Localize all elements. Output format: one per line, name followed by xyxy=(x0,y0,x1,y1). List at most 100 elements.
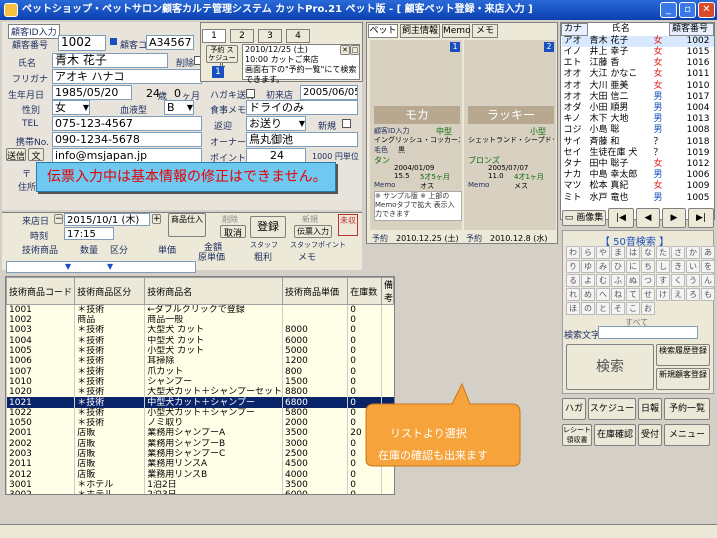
nav-first-button[interactable]: |◀ xyxy=(608,208,634,228)
kana-key[interactable]: め xyxy=(581,288,595,301)
kana-key[interactable]: え xyxy=(671,288,685,301)
memo-tab-4[interactable]: 4 xyxy=(286,29,310,43)
entry-row-input[interactable]: ▼ ▼ xyxy=(6,261,196,273)
search-history-button[interactable]: 検索履歴登録 xyxy=(656,344,710,366)
kana-key[interactable]: み xyxy=(596,260,610,273)
kana-key[interactable]: れ xyxy=(566,288,580,301)
search-button[interactable]: 検索 xyxy=(566,344,654,390)
kana-key[interactable]: ち xyxy=(641,260,655,273)
kana-key[interactable]: よ xyxy=(581,274,595,287)
close-button[interactable]: ✕ xyxy=(698,2,715,18)
table-row[interactable]: 1010 ＊技術 シャンプー 1500 0 xyxy=(6,376,394,388)
kana-key[interactable]: の xyxy=(581,302,595,315)
kana-key[interactable]: う xyxy=(686,274,700,287)
column-header[interactable]: 技術商品区分 xyxy=(74,277,146,305)
product-purchase-button[interactable]: 商品仕入 xyxy=(168,213,206,237)
point-field[interactable]: 24 xyxy=(246,148,306,163)
kana-key[interactable]: や xyxy=(596,246,610,259)
table-row[interactable]: 3002＊ホテル2泊3日60000 xyxy=(6,490,394,494)
dm-checkbox[interactable] xyxy=(246,89,255,98)
column-header[interactable]: 在庫数 xyxy=(347,277,382,305)
image-button[interactable]: ▭ 画像集 xyxy=(562,210,606,226)
kana-key[interactable]: す xyxy=(656,274,670,287)
mail-send-button[interactable]: 送信 xyxy=(6,148,26,162)
pickup-select[interactable]: お送り ▼ xyxy=(246,116,306,131)
customer-id-field[interactable]: 1002 xyxy=(58,35,106,51)
kana-key[interactable]: て xyxy=(626,288,640,301)
nav-last-button[interactable]: ▶| xyxy=(688,208,714,228)
memo-tab-1[interactable]: 1 xyxy=(202,29,226,43)
mail-field[interactable]: info@msjapan.jp xyxy=(52,148,202,163)
column-header[interactable]: 備考 xyxy=(380,277,394,305)
client-row[interactable]: オオ 大田 信二 男 1017 xyxy=(562,92,714,103)
kana-key[interactable]: さ xyxy=(671,246,685,259)
kana-key[interactable]: そ xyxy=(611,302,625,315)
client-row[interactable]: サイ 斉藤 和 ？ 1018 xyxy=(562,137,714,148)
kana-key[interactable]: ゆ xyxy=(581,260,595,273)
lookup-icon[interactable] xyxy=(110,38,117,45)
kana-key[interactable]: も xyxy=(701,288,715,301)
mobile-field[interactable]: 090-1234-5678 xyxy=(52,132,202,147)
visit-time-field[interactable]: 17:15 xyxy=(64,227,114,240)
table-row[interactable]: 1050 ＊技術 ノミ取り 2000 0 xyxy=(6,417,394,429)
kana-key[interactable]: む xyxy=(596,274,610,287)
client-row[interactable]: セイ 生徒在庫 犬 ？ 1019 xyxy=(562,148,714,159)
kana-key[interactable]: ほ xyxy=(566,302,580,315)
kana-key[interactable]: か xyxy=(686,246,700,259)
client-list-panel[interactable]: カナ 氏名 顧客番号 アオ 青木 花子女 1002 イノ 井上 幸子女 1015 エト 江藤 … xyxy=(560,22,715,220)
kana-key[interactable]: ん xyxy=(701,274,715,287)
maximize-button[interactable]: ▫ xyxy=(679,2,696,18)
reception-button[interactable]: 受付 xyxy=(638,424,662,446)
kana-key[interactable]: し xyxy=(656,260,670,273)
client-row[interactable]: エト 江藤 香 女 1016 xyxy=(562,58,714,69)
kana-key[interactable]: る xyxy=(566,274,580,287)
customer-code-field[interactable]: A34567 xyxy=(146,35,194,50)
kana-key[interactable]: わ xyxy=(566,246,580,259)
kana-key[interactable]: く xyxy=(671,274,685,287)
kana-key[interactable]: と xyxy=(596,302,610,315)
owner-field[interactable]: 鳥丸御池 xyxy=(246,132,358,147)
visit-date-field[interactable]: 2015/10/1 (木) xyxy=(64,213,150,226)
table-row[interactable]: 2012 店販 業務用リンスB 4000 0 xyxy=(6,469,394,480)
kana-key[interactable]: を xyxy=(701,260,715,273)
schedule-button[interactable]: 予約 スケジュール xyxy=(206,45,238,70)
table-row[interactable]: 1021 ＊技術 中型犬カット＋シャンプー 6800 0 xyxy=(6,397,394,408)
kana-key[interactable]: た xyxy=(656,246,670,259)
memo-delete-icon[interactable]: ✕ xyxy=(340,45,350,55)
table-row[interactable]: 1007 ＊技術 爪カット 800 0 xyxy=(6,366,394,377)
table-row[interactable]: 2003 店販 業務用シャンプーC 2500 0 xyxy=(6,448,394,460)
daily-report-button[interactable]: 日報 xyxy=(638,398,662,420)
stock-check-button[interactable]: 在庫確認 xyxy=(594,424,636,446)
gender-select[interactable]: 女 ▼ xyxy=(52,100,90,115)
client-row[interactable]: ミト 水戸 竜也 男 1005 xyxy=(562,192,714,203)
name-field[interactable]: 青木 花子 xyxy=(52,53,168,68)
tab-owner[interactable]: 飼主情報 xyxy=(400,24,440,38)
kana-key[interactable]: あ xyxy=(701,246,715,259)
client-row[interactable]: オダ 小田 順男 男 1004 xyxy=(562,103,714,114)
table-row[interactable]: 3001 ＊ホテル 1泊2日 3500 0 xyxy=(6,479,394,491)
table-row[interactable]: 2002 店販 業務用シャンプーB 3000 0 xyxy=(6,438,394,449)
client-row[interactable]: イノ 井上 幸子 女 1015 xyxy=(562,47,714,58)
minimize-button[interactable]: _ xyxy=(660,2,677,18)
product-list[interactable]: 技術商品コード 技術商品区分 技術商品名 技術商品単価 在庫数 備考 1001 ＊技術 ←ダブ… xyxy=(5,276,395,495)
table-row[interactable]: 2001 店販 業務用シャンプーA 3500 20 xyxy=(6,428,394,439)
date-next-button[interactable]: + xyxy=(152,214,161,224)
unpaid-box[interactable]: 未収 xyxy=(338,214,358,236)
kana-key[interactable]: な xyxy=(641,246,655,259)
memo-tab-3[interactable]: 3 xyxy=(258,29,282,43)
birth-field[interactable]: 1985/05/20 xyxy=(52,85,132,100)
kana-key[interactable]: は xyxy=(626,246,640,259)
kana-key[interactable]: ね xyxy=(611,288,625,301)
kana-key[interactable]: き xyxy=(671,260,685,273)
column-header[interactable]: 技術商品名 xyxy=(144,277,283,305)
client-row[interactable]: タナ 田中 聡子 女 1012 xyxy=(562,159,714,170)
table-row[interactable]: 1001 ＊技術 ←ダブルクリックで登録 0 xyxy=(6,304,394,315)
kana-key[interactable]: け xyxy=(656,288,670,301)
receipt-button[interactable]: レシート領収書 xyxy=(562,424,592,446)
table-row[interactable]: 2011 店販 業務用リンスA 4500 0 xyxy=(6,459,394,470)
food-field[interactable]: ドライのみ xyxy=(246,100,358,115)
first-visit-field[interactable]: 2005/06/05 xyxy=(300,85,358,100)
register-button[interactable]: 登録 xyxy=(250,216,286,238)
client-row[interactable]: オオ 大川 亜美 女 1010 xyxy=(562,81,714,92)
kana-key[interactable]: い xyxy=(686,260,700,273)
